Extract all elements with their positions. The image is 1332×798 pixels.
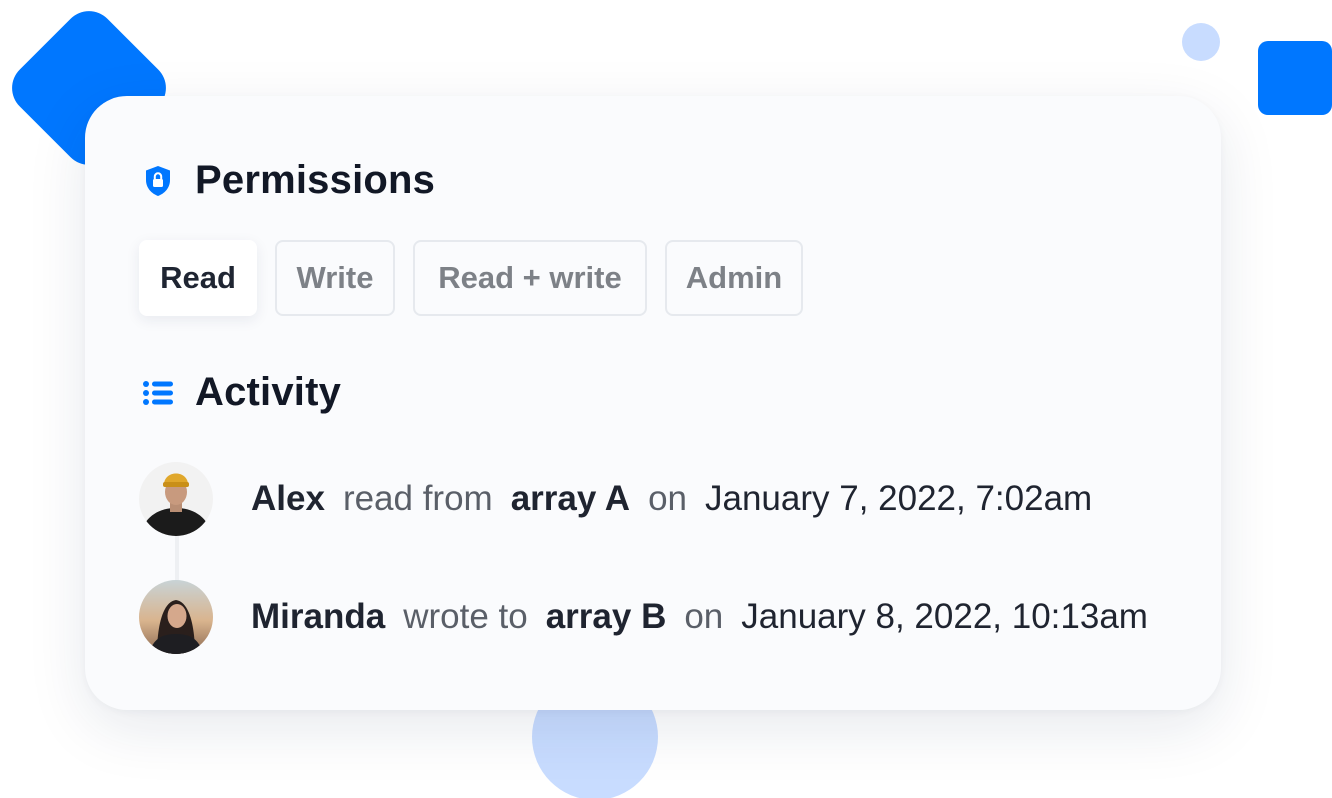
tab-read-write[interactable]: Read + write [413, 240, 647, 316]
activity-action: wrote to [403, 597, 528, 636]
tab-admin[interactable]: Admin [665, 240, 803, 316]
activity-action: read from [342, 479, 493, 518]
permissions-header: Permissions [146, 158, 436, 203]
avatar [139, 462, 213, 536]
activity-date: January 8, 2022, 10:13am [741, 597, 1148, 636]
decorative-square [1258, 41, 1332, 115]
stage: Permissions Read Write Read + write Admi… [0, 0, 1332, 798]
activity-user[interactable]: Alex [251, 479, 325, 519]
activity-text: Miranda wrote to array B on January 8, 2… [251, 597, 1148, 637]
permission-tabs: Read Write Read + write Admin [139, 240, 803, 316]
activity-on: on [648, 479, 687, 518]
list-item: Alex read from array A on January 7, 202… [139, 462, 1092, 536]
avatar [139, 580, 213, 654]
activity-text: Alex read from array A on January 7, 202… [251, 479, 1092, 519]
shield-lock-icon [143, 165, 173, 196]
activity-header: Activity [143, 370, 342, 415]
decorative-dot [1182, 23, 1220, 61]
permissions-activity-card: Permissions Read Write Read + write Admi… [85, 96, 1221, 710]
permissions-title: Permissions [195, 158, 436, 202]
activity-target[interactable]: array B [546, 597, 667, 637]
tab-write[interactable]: Write [275, 240, 395, 316]
activity-date: January 7, 2022, 7:02am [705, 479, 1093, 518]
activity-title: Activity [195, 370, 342, 414]
list-item: Miranda wrote to array B on January 8, 2… [139, 580, 1148, 654]
tab-read[interactable]: Read [139, 240, 257, 316]
activity-on: on [684, 597, 724, 636]
activity-user[interactable]: Miranda [251, 597, 385, 637]
activity-target[interactable]: array A [511, 479, 630, 519]
list-icon [143, 378, 173, 408]
